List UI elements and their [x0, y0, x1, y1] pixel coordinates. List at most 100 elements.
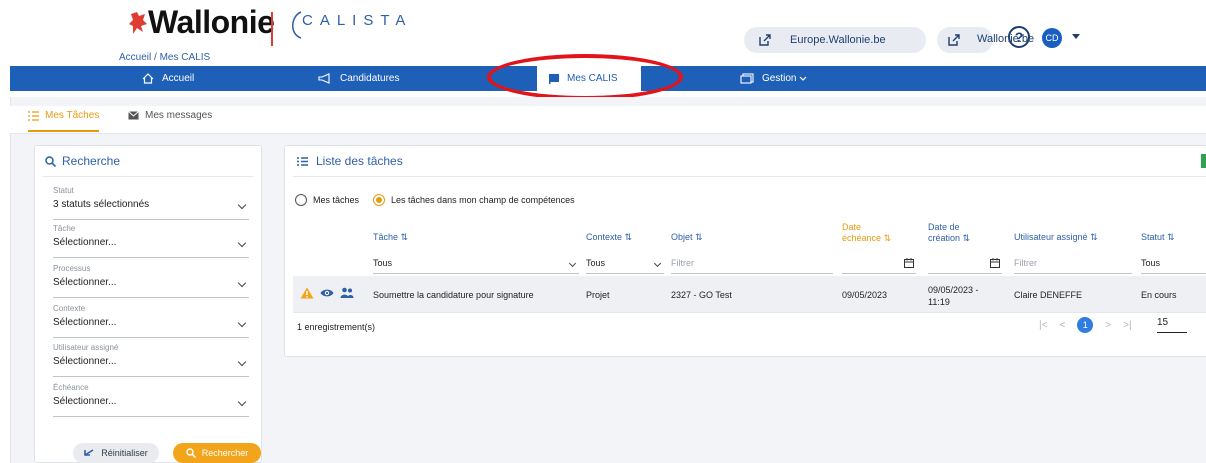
processus-select[interactable]: Processus Sélectionner... [53, 264, 249, 298]
echeance-select[interactable]: Échéance Sélectionner... [53, 383, 249, 417]
help-icon[interactable]: ? [1008, 26, 1030, 48]
task-list-title-text: Liste des tâches [316, 154, 403, 168]
calendar-icon[interactable] [990, 258, 1000, 268]
reset-label: Réinitialiser [101, 448, 148, 458]
cell-objet: 2327 - GO Test [671, 290, 732, 300]
divider [293, 176, 1206, 177]
tache-select[interactable]: Tâche Sélectionner... [53, 224, 249, 258]
filter-value: Tous [586, 258, 606, 268]
col-header-objet[interactable]: Objet ⇅ [671, 232, 703, 243]
search-label: Rechercher [201, 448, 249, 458]
next-page-button[interactable]: > [1105, 320, 1111, 331]
radio-mes-taches[interactable] [295, 194, 307, 206]
envelope-icon [128, 111, 139, 120]
external-link-icon [759, 34, 771, 46]
list-icon [297, 156, 308, 166]
chevron-down-icon [800, 76, 807, 81]
cell-date-creation: 09/05/2023 - 11:19 [928, 285, 979, 307]
wallonie-logo[interactable]: Wallonie [148, 4, 275, 41]
logo-separator [271, 12, 273, 46]
breadcrumb[interactable]: Accueil / Mes CALIS [119, 52, 210, 63]
sort-icon: ⇅ [695, 232, 703, 242]
field-label: Utilisateur assigné [53, 343, 119, 352]
col-label: Statut [1141, 232, 1165, 242]
filter-objet-input[interactable]: Filtrer [671, 258, 833, 274]
filter-date-echeance[interactable] [842, 258, 916, 274]
chevron-down-icon [237, 357, 247, 367]
statut-select[interactable]: Statut 3 statuts sélectionnés [53, 186, 249, 220]
scope-radio-group: Mes tâches Les tâches dans mon champ de … [295, 194, 575, 206]
chevron-down-icon[interactable] [1072, 34, 1080, 39]
page-size-select[interactable]: 15 [1157, 317, 1187, 333]
eye-icon[interactable] [320, 288, 334, 298]
chevron-down-icon [237, 200, 247, 210]
filter-placeholder: Filtrer [671, 258, 694, 268]
user-avatar[interactable]: CD [1042, 28, 1062, 48]
col-label: Date de création [928, 222, 961, 243]
users-icon[interactable] [340, 287, 354, 299]
pagination: |< < 1 > >| [1039, 317, 1144, 333]
col-header-tache[interactable]: Tâche ⇅ [373, 232, 408, 243]
filter-value: Tous [1141, 258, 1161, 268]
filter-tache[interactable]: Tous [373, 258, 579, 274]
europe-wallonie-label: Europe.Wallonie.be [790, 34, 886, 46]
filter-statut[interactable]: Tous [1141, 258, 1206, 274]
prev-page-button[interactable]: < [1059, 320, 1065, 331]
field-value: Sélectionner... [53, 277, 117, 288]
cell-contexte: Projet [586, 290, 610, 300]
megaphone-icon [318, 73, 330, 84]
col-header-contexte[interactable]: Contexte ⇅ [586, 232, 632, 243]
filter-contexte[interactable]: Tous [586, 258, 664, 274]
nav-item-candidatures[interactable]: Candidatures [318, 66, 399, 91]
chevron-down-icon [237, 318, 247, 328]
europe-wallonie-link[interactable]: Europe.Wallonie.be [744, 27, 926, 53]
nav-item-accueil[interactable]: Accueil [142, 66, 194, 91]
col-header-date-echeance[interactable]: Date échéance ⇅ [842, 222, 894, 244]
tab-mes-messages[interactable]: Mes messages [128, 110, 212, 121]
divider [43, 176, 253, 177]
chevron-down-icon [653, 259, 662, 268]
chevron-down-icon [237, 278, 247, 288]
chevron-down-icon [237, 397, 247, 407]
undo-icon [84, 449, 94, 456]
export-button[interactable] [1201, 154, 1206, 168]
first-page-button[interactable]: |< [1039, 320, 1047, 331]
sort-icon: ⇅ [883, 233, 892, 243]
nav-label: Candidatures [340, 73, 400, 84]
nav-item-gestion[interactable]: Gestion [740, 66, 807, 91]
tab-mes-taches[interactable]: Mes Tâches [28, 110, 100, 132]
field-label: Statut [53, 186, 74, 195]
task-list-title: Liste des tâches [297, 154, 403, 168]
nav-label: Accueil [162, 73, 195, 84]
field-label: Échéance [53, 383, 89, 392]
field-label: Contexte [53, 304, 86, 313]
utilisateur-select[interactable]: Utilisateur assigné Sélectionner... [53, 343, 249, 377]
field-label: Processus [53, 264, 91, 273]
col-header-utilisateur[interactable]: Utilisateur assigné ⇅ [1014, 232, 1098, 243]
filter-utilisateur-input[interactable]: Filtrer [1014, 258, 1132, 274]
filter-date-creation[interactable] [928, 258, 1002, 274]
cell-date-echeance: 09/05/2023 [842, 290, 888, 300]
radio-label: Mes tâches [313, 195, 360, 205]
radio-champ-competences[interactable] [373, 194, 386, 206]
col-header-date-creation[interactable]: Date de création ⇅ [928, 222, 990, 244]
windows-icon [740, 73, 754, 84]
col-header-statut[interactable]: Statut ⇅ [1141, 232, 1175, 243]
table-row[interactable]: Soumettre la candidature pour signature … [293, 276, 1206, 312]
sort-icon: ⇅ [1167, 232, 1175, 242]
warning-icon [300, 287, 314, 299]
field-value: Sélectionner... [53, 237, 117, 248]
sort-icon: ⇅ [1090, 232, 1098, 242]
sort-icon: ⇅ [400, 232, 409, 242]
record-count: 1 enregistrement(s) [297, 322, 376, 332]
cell-statut: En cours [1141, 290, 1177, 300]
reset-button[interactable]: Réinitialiser [73, 443, 159, 463]
tab-label: Mes messages [145, 110, 213, 121]
radio-label: Les tâches dans mon champ de compétences [391, 195, 575, 205]
contexte-select[interactable]: Contexte Sélectionner... [53, 304, 249, 338]
search-button[interactable]: Rechercher [173, 443, 261, 463]
current-page[interactable]: 1 [1077, 317, 1094, 333]
cell-utilisateur: Claire DENEFFE [1014, 290, 1083, 300]
last-page-button[interactable]: >| [1123, 320, 1131, 331]
calendar-icon[interactable] [904, 258, 914, 268]
